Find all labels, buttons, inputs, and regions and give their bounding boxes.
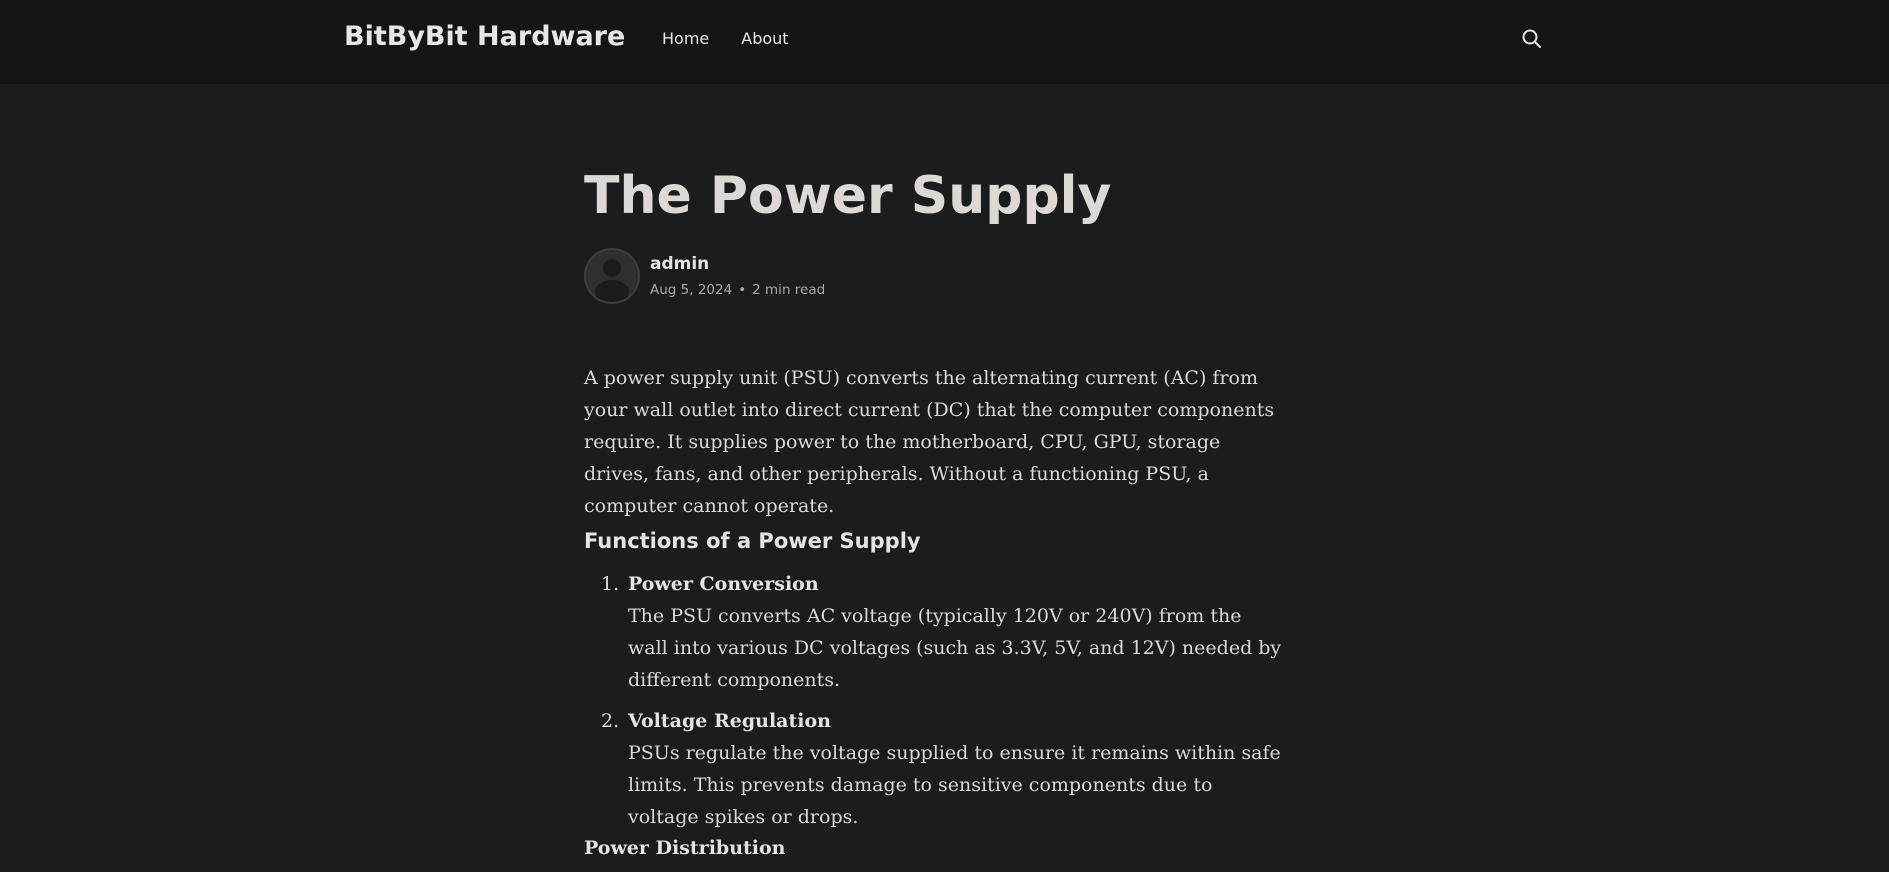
list-number: 2. xyxy=(601,710,620,732)
functions-list: 1. Power Conversion The PSU converts AC … xyxy=(584,568,1284,833)
post-content: A power supply unit (PSU) converts the a… xyxy=(584,362,1284,522)
post-title: The Power Supply xyxy=(584,166,1112,226)
nav-home-link[interactable]: Home xyxy=(662,28,709,50)
site-title-link[interactable]: BitByBit Hardware xyxy=(344,20,625,54)
search-icon xyxy=(1522,29,1541,48)
read-time: 2 min read xyxy=(752,282,826,298)
site-header: BitByBit Hardware Home About xyxy=(0,0,1889,84)
author-avatar[interactable] xyxy=(584,248,640,304)
post-meta: Aug 5, 2024 • 2 min read xyxy=(650,281,825,299)
power-distribution-heading: Power Distribution xyxy=(584,837,786,859)
search-button[interactable] xyxy=(1521,28,1543,50)
list-item: 2. Voltage Regulation PSUs regulate the … xyxy=(584,705,1284,833)
post-byline: admin Aug 5, 2024 • 2 min read xyxy=(584,248,984,304)
meta-separator: • xyxy=(738,282,747,298)
list-item-description: PSUs regulate the voltage supplied to en… xyxy=(628,742,1281,828)
list-item-title: Power Conversion xyxy=(628,573,819,595)
user-avatar-icon xyxy=(595,259,629,302)
list-number: 1. xyxy=(601,573,620,595)
author-name-link[interactable]: admin xyxy=(650,254,709,274)
intro-paragraph: A power supply unit (PSU) converts the a… xyxy=(584,367,1275,517)
main-nav: Home About xyxy=(662,28,789,50)
list-item-description: The PSU converts AC voltage (typically 1… xyxy=(628,605,1282,691)
nav-about-link[interactable]: About xyxy=(741,28,788,50)
list-item: 1. Power Conversion The PSU converts AC … xyxy=(584,568,1284,696)
functions-heading: Functions of a Power Supply xyxy=(584,529,921,553)
post-date: Aug 5, 2024 xyxy=(650,282,733,298)
list-item-title: Voltage Regulation xyxy=(628,710,831,732)
